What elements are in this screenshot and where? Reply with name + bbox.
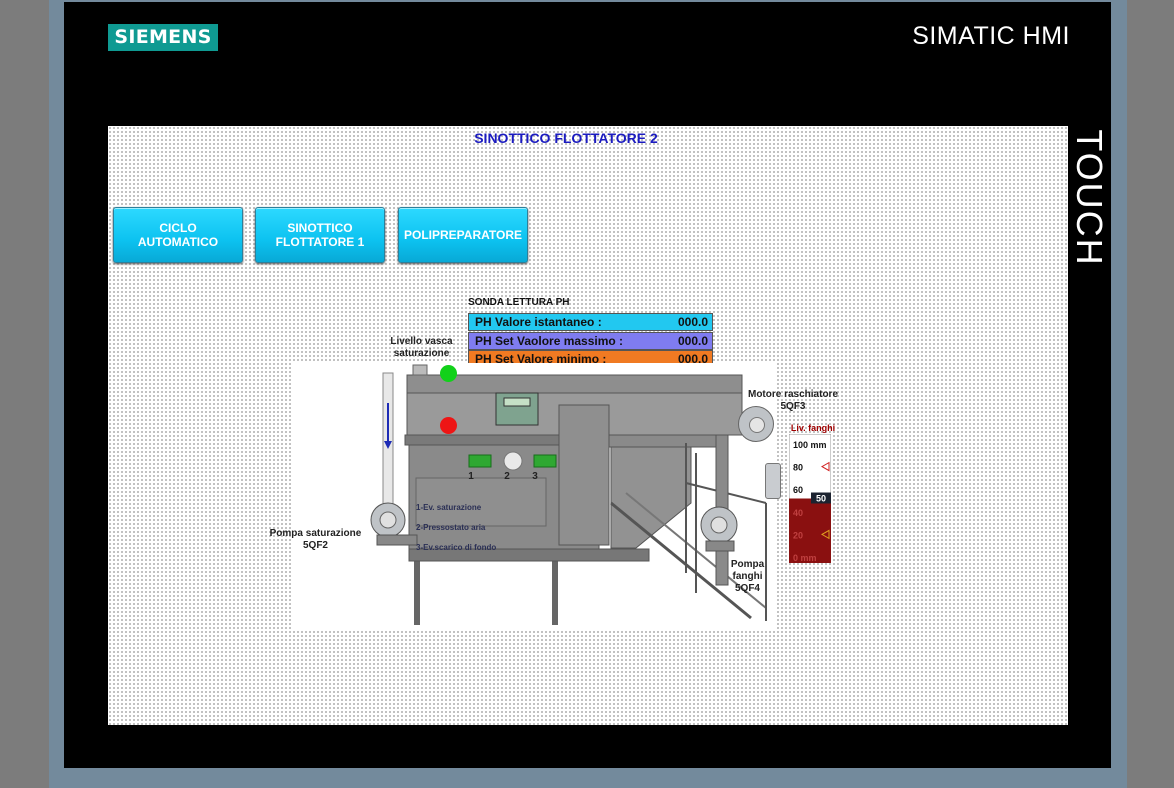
level-high-indicator: [440, 365, 457, 382]
legend-item-3: 3-Ev.scarico di fondo: [416, 543, 497, 552]
pump-saturation-label: Pompa saturazione 5QF2: [269, 528, 362, 551]
ph-probe-title: SONDA LETTURA PH: [468, 297, 570, 308]
ph-max-readout[interactable]: 000.0: [678, 333, 708, 349]
hmi-screen: SINOTTICO FLOTTATORE 2 CICLO AUTOMATICO …: [108, 126, 1068, 725]
ph-instant-value: PH Valore istantaneo : 000.0: [468, 313, 713, 331]
sludge-scale-tick: 80: [793, 463, 803, 473]
touch-label: TOUCH: [1069, 129, 1110, 267]
sludge-scale-tick: 40: [793, 508, 803, 518]
simatic-hmi-label: SIMATIC HMI: [912, 22, 1070, 50]
page-title: SINOTTICO FLOTTATORE 2: [474, 130, 658, 146]
flotation-unit-svg: [370, 364, 767, 625]
sludge-level-gauge: 100 mm 80 60 40 20 0 mm 50: [788, 433, 832, 564]
valve-number-2: 2: [504, 471, 510, 482]
pump-sludge-label: Pompa fanghi 5QF4: [730, 559, 765, 594]
sludge-gauge-title: Liv. fanghi: [790, 423, 836, 433]
motor-icon: [738, 406, 774, 442]
flotation-unit-drawing: [291, 363, 776, 631]
siemens-logo: SIEMENS: [108, 24, 218, 51]
legend-item-2: 2-Pressostato aria: [416, 523, 486, 532]
sludge-scale-tick: 20: [793, 530, 803, 540]
sinottico-flottatore-1-button[interactable]: SINOTTICO FLOTTATORE 1: [255, 207, 385, 263]
valve-number-1: 1: [468, 471, 474, 482]
sludge-scale-tick: 100 mm: [793, 440, 827, 450]
valve-legend: 1-Ev. saturazione 2-Pressostato aria 3-E…: [416, 493, 526, 563]
ph-max-setpoint: PH Set Vaolore massimo : 000.0: [468, 332, 713, 350]
valve-number-3: 3: [532, 471, 538, 482]
ciclo-automatico-button[interactable]: CICLO AUTOMATICO: [113, 207, 243, 263]
sludge-gauge-svg: 100 mm 80 60 40 20 0 mm 50: [788, 433, 832, 564]
ph-instant-readout[interactable]: 000.0: [678, 314, 708, 330]
sludge-level-marker-label: 50: [816, 494, 826, 504]
sludge-sensor-icon: [765, 463, 781, 499]
level-low-indicator: [440, 417, 457, 434]
level-label: Livello vasca saturazione: [390, 336, 453, 359]
ph-max-label: PH Set Vaolore massimo :: [475, 334, 624, 348]
sludge-scale-tick: 0 mm: [793, 553, 817, 563]
legend-item-1: 1-Ev. saturazione: [416, 503, 482, 512]
polipreparatore-button[interactable]: POLIPREPARATORE: [398, 207, 528, 263]
ph-instant-label: PH Valore istantaneo :: [475, 315, 602, 329]
touch-badge: TOUCH: [1068, 126, 1111, 270]
sludge-scale-tick: 60: [793, 485, 803, 495]
